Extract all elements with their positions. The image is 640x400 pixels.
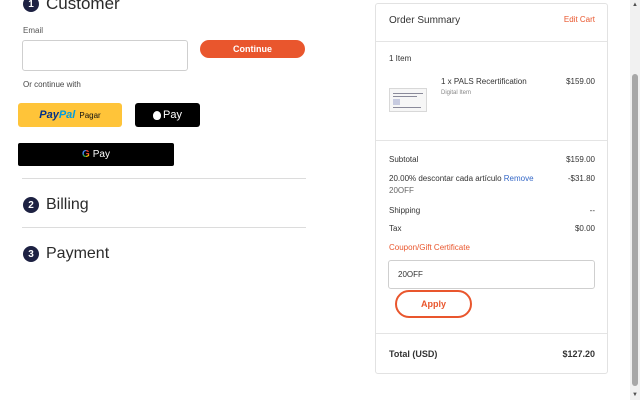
order-summary-title: Order Summary bbox=[389, 15, 461, 26]
divider bbox=[376, 41, 607, 42]
step-title: Billing bbox=[46, 196, 89, 213]
step-number-badge: 2 bbox=[23, 197, 39, 213]
step-billing: 2 Billing bbox=[23, 196, 89, 214]
shipping-value: -- bbox=[589, 206, 595, 215]
step-title: Customer bbox=[46, 0, 120, 13]
applepay-button[interactable]: Pay bbox=[135, 103, 200, 127]
edit-cart-link[interactable]: Edit Cart bbox=[564, 15, 595, 24]
discount-value: -$31.80 bbox=[567, 174, 595, 183]
coupon-label[interactable]: Coupon/Gift Certificate bbox=[389, 243, 470, 252]
item-price: $159.00 bbox=[566, 77, 595, 86]
step-title: Payment bbox=[46, 245, 110, 262]
googlepay-label: Pay bbox=[92, 149, 110, 160]
tax-label: Tax bbox=[389, 224, 402, 233]
coupon-input[interactable]: 20OFF bbox=[388, 260, 595, 289]
paypal-button[interactable]: PayPal Pagar bbox=[18, 103, 122, 127]
scroll-up-arrow-icon[interactable]: ▲ bbox=[630, 0, 640, 10]
apply-coupon-button[interactable]: Apply bbox=[395, 290, 472, 318]
email-label: Email bbox=[23, 26, 44, 35]
item-type: Digital Item bbox=[441, 90, 472, 96]
item-name: 1 x PALS Recertification bbox=[441, 77, 527, 86]
step-customer: 1 Customer bbox=[23, 0, 120, 14]
order-summary-panel: Order Summary Edit Cart 1 Item 1 x PALS … bbox=[375, 3, 608, 374]
divider bbox=[376, 140, 607, 141]
subtotal-label: Subtotal bbox=[389, 155, 419, 164]
page-scrollbar[interactable]: ▲ ▼ bbox=[630, 0, 640, 400]
step-payment: 3 Payment bbox=[23, 245, 109, 263]
divider bbox=[376, 333, 607, 334]
step-number-badge: 1 bbox=[23, 0, 39, 12]
tax-value: $0.00 bbox=[574, 224, 595, 233]
alt-checkout-label: Or continue with bbox=[23, 80, 81, 89]
divider bbox=[22, 227, 306, 228]
paypal-sub-label: Pagar bbox=[79, 110, 101, 120]
email-field[interactable] bbox=[22, 40, 188, 71]
scrollbar-thumb[interactable] bbox=[632, 74, 638, 386]
total-value: $127.20 bbox=[562, 349, 595, 359]
item-count: 1 Item bbox=[389, 54, 412, 63]
divider bbox=[22, 178, 306, 179]
remove-discount-link[interactable]: Remove bbox=[504, 174, 534, 183]
paypal-logo: PayPal bbox=[39, 109, 76, 121]
googlepay-button[interactable]: G Pay bbox=[18, 143, 174, 166]
applepay-label: Pay bbox=[163, 109, 182, 121]
continue-button[interactable]: Continue bbox=[200, 40, 305, 58]
step-number-badge: 3 bbox=[23, 246, 39, 262]
subtotal-value: $159.00 bbox=[566, 155, 595, 164]
product-thumbnail bbox=[389, 88, 427, 112]
shipping-label: Shipping bbox=[389, 206, 421, 215]
discount-label: 20.00% descontar cada artículo Remove bbox=[389, 174, 534, 183]
scroll-down-arrow-icon[interactable]: ▼ bbox=[630, 390, 640, 400]
total-label: Total (USD) bbox=[389, 349, 438, 359]
google-g-icon: G bbox=[81, 149, 90, 160]
apple-icon bbox=[153, 110, 162, 120]
discount-code: 20OFF bbox=[389, 186, 414, 195]
